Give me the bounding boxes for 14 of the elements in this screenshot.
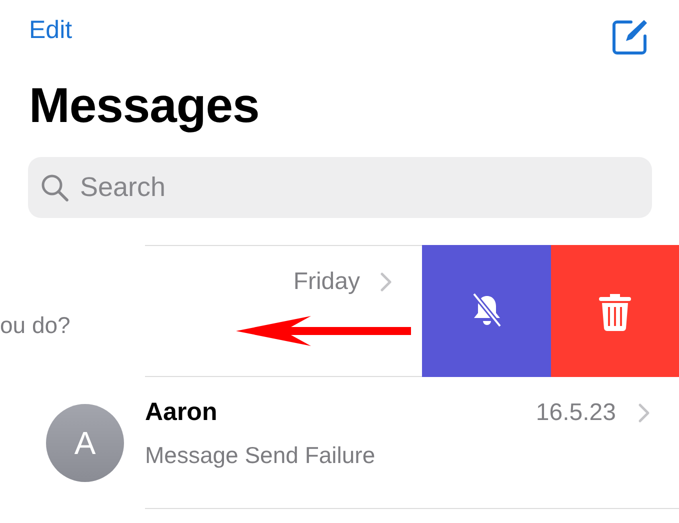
message-preview: ou do? — [0, 311, 70, 340]
message-date: 16.5.23 — [536, 398, 616, 428]
chevron-icon — [380, 272, 392, 292]
delete-button[interactable] — [551, 245, 679, 377]
compose-button[interactable] — [611, 18, 649, 56]
message-preview: Message Send Failure — [145, 440, 376, 470]
chevron-icon — [638, 402, 650, 423]
contact-name: Aaron — [145, 397, 218, 428]
avatar: A — [46, 404, 124, 482]
page-title: Messages — [29, 82, 260, 131]
edit-button[interactable]: Edit — [29, 18, 72, 43]
message-date: Friday — [293, 267, 360, 297]
mute-button[interactable] — [422, 245, 551, 377]
search-field[interactable]: Search — [28, 157, 652, 218]
